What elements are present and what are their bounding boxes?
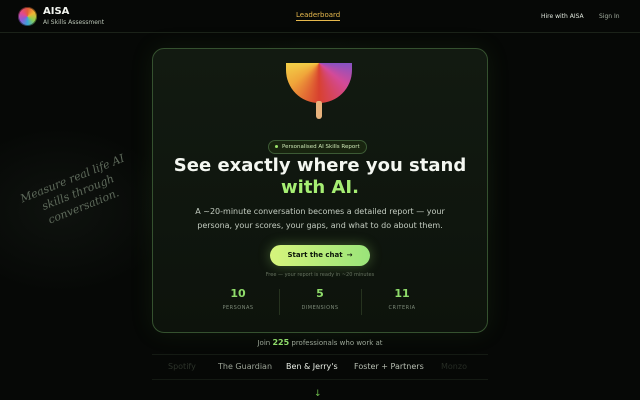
headline-line-1: See exactly where you stand [173,155,467,176]
rainbow-fruit-illustration-icon [286,63,352,103]
start-chat-label: Start the chat [287,251,343,259]
report-badge: Personalised AI Skills Report [268,140,367,154]
hero-card: Personalised AI Skills Report See exactl… [152,48,488,333]
join-suffix: professionals who work at [291,339,383,347]
headline-line-2: with AI. [281,177,359,198]
badge-label: Personalised AI Skills Report [282,144,360,150]
arrow-down-icon[interactable]: ↓ [314,389,322,399]
social-proof-line: Join 225 professionals who work at [0,338,640,347]
fine-print: Free — your report is ready in ~20 minut… [265,272,375,278]
stat-dimensions: 5 DIMENSIONS [280,287,360,311]
stat-value: 11 [394,287,410,300]
badge-dot-icon [275,145,278,148]
stat-value: 10 [230,287,246,300]
company-logo: The Guardian [218,362,273,371]
rainbow-orb-logo-icon[interactable] [18,7,37,26]
stat-value: 5 [316,287,324,300]
stat-label: PERSONAS [222,305,254,311]
nav-signin-link[interactable]: Sign In [599,13,620,20]
brand-name[interactable]: AISA [43,6,69,17]
stat-label: DIMENSIONS [301,305,339,311]
stats-row: 10 PERSONAS 5 DIMENSIONS 11 CRITERIA [198,287,442,317]
company-logo: Foster + Partners [354,362,424,371]
start-chat-button[interactable]: Start the chat → [270,245,370,266]
company-logo: Monzo [441,362,467,371]
company-logo: Spotify [168,362,196,371]
drip-illustration-icon [316,101,322,119]
brand-subtitle: AI Skills Assessment [43,19,105,26]
company-logos-strip: Spotify The Guardian Ben & Jerry's Foste… [152,354,488,380]
join-prefix: Join [257,339,271,347]
stat-criteria: 11 CRITERIA [362,287,442,311]
nav-hire-link[interactable]: Hire with AISA [541,13,584,20]
hero-headline: See exactly where you stand with AI. [153,155,487,199]
stat-label: CRITERIA [388,305,416,311]
top-navigation: AISA AI Skills Assessment Leaderboard Hi… [0,0,640,33]
nav-leaderboard-link[interactable]: Leaderboard [296,11,341,21]
hero-subcopy: A ~20-minute conversation becomes a deta… [195,207,445,230]
arrow-right-icon: → [346,251,353,259]
stat-personas: 10 PERSONAS [198,287,278,311]
join-count: 225 [272,338,290,347]
company-logo: Ben & Jerry's [286,362,338,371]
